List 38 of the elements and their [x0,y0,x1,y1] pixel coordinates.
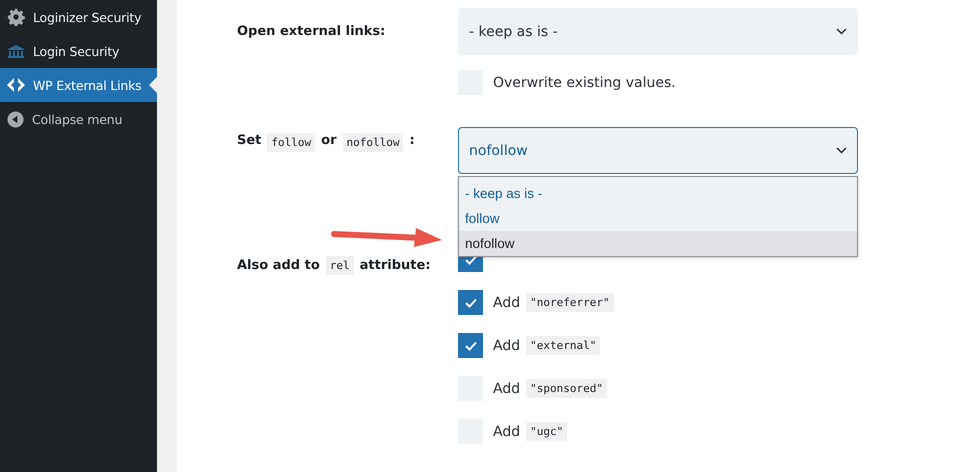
checkbox-label: Overwrite existing values. [493,74,676,90]
sidebar-item[interactable]: WP External Links [0,68,157,102]
code-label: nofollow [342,133,404,152]
dropdown-option[interactable]: - keep as is - [459,181,857,206]
code-label: "sponsored" [526,379,607,398]
checkbox-label: Add [493,338,520,354]
check-icon [464,340,476,350]
code-label: "noreferrer" [526,293,614,312]
select-field[interactable]: - keep as is - [458,8,858,55]
code-label: rel [326,256,354,274]
check-icon [464,298,476,308]
checkbox-label: Add [493,424,520,440]
code-label: follow [267,133,316,152]
checkbox[interactable] [458,290,483,315]
building-icon [7,44,25,58]
sidebar-item[interactable]: Login Security [0,34,157,68]
code-label: "ugc" [526,422,568,441]
select-field[interactable]: nofollow [458,127,858,174]
checkbox[interactable] [458,333,483,358]
field-label: : [409,133,415,148]
gear-icon [7,8,25,26]
collapse-icon [7,110,24,128]
field-label: Set [237,133,262,148]
field-label: attribute: [360,258,431,272]
code-icon [7,77,25,93]
dropdown-option[interactable]: follow [459,206,857,231]
checkbox-label: Add [493,380,520,396]
sidebar-item[interactable]: Collapse menu [0,102,157,136]
check-icon [464,254,476,264]
field-label: Also add to [237,258,320,272]
code-label: "external" [526,336,600,355]
checkbox-label: Add [493,294,520,310]
field-label: or [321,133,336,148]
chevron-down-icon [836,147,847,154]
dropdown-option[interactable]: nofollow [459,231,857,256]
sidebar-item[interactable]: Loginizer Security [0,0,157,34]
chevron-down-icon [836,28,847,35]
field-label: Open external links: [237,24,386,39]
